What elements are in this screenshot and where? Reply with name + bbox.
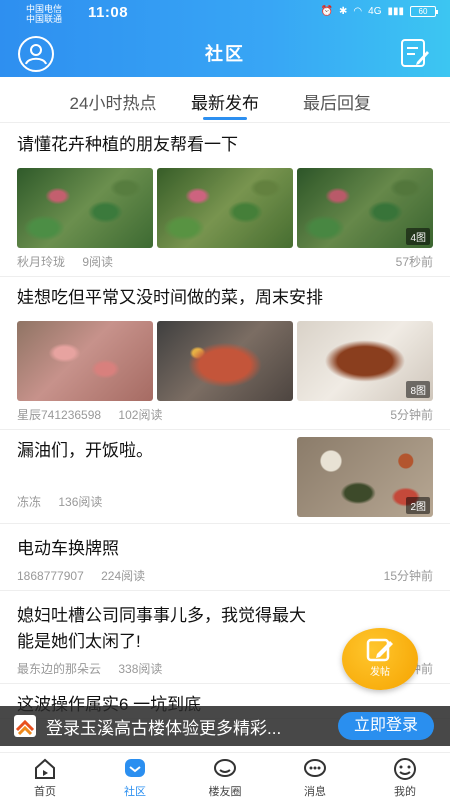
post-meta: 秋月玲珑 9阅读 57秒前	[17, 248, 433, 276]
signal-icon: ▮▮▮	[387, 6, 404, 17]
status-icons: ⏰ ✱ ◠ 4G ▮▮▮ 60	[320, 6, 438, 17]
nav-friends-circle[interactable]: 楼友圈	[180, 753, 270, 800]
image-count-badge: 4图	[406, 228, 430, 245]
compose-button[interactable]	[400, 37, 430, 69]
nav-label: 我的	[394, 786, 416, 798]
chat-bubble-icon	[214, 759, 236, 777]
carrier-2: 中国联通	[26, 14, 63, 24]
carrier-labels: 中国电信 中国联通	[26, 4, 62, 24]
nav-home[interactable]: 首页	[0, 753, 90, 800]
status-bar: 中国电信 中国联通 11:08 ⏰ ✱ ◠ 4G ▮▮▮ 60	[0, 0, 450, 28]
post-image[interactable]	[17, 321, 153, 401]
smile-icon	[394, 758, 416, 780]
post-image[interactable]	[157, 321, 293, 401]
community-icon	[125, 759, 145, 777]
nav-profile[interactable]: 我的	[360, 753, 450, 800]
app-logo-icon	[14, 715, 36, 737]
post-title[interactable]: 请懂花卉种植的朋友帮看一下	[17, 124, 433, 158]
post-reads: 9阅读	[82, 255, 114, 269]
post-reads: 338阅读	[118, 662, 163, 676]
post-time: 5分钟前	[390, 408, 433, 422]
wifi-icon: ◠	[353, 6, 363, 17]
bottom-nav: 首页 社区 楼友圈 消息 我的	[0, 752, 450, 800]
post-reads: 224阅读	[101, 569, 146, 583]
nav-label: 首页	[34, 786, 56, 798]
login-button[interactable]: 立即登录	[338, 712, 434, 740]
post-images: 8图	[17, 321, 433, 401]
signal-label: 4G	[368, 6, 382, 17]
post-item[interactable]: 请懂花卉种植的朋友帮看一下 4图 秋月玲珑 9阅读 57秒前	[0, 124, 450, 277]
alarm-icon: ⏰	[320, 6, 334, 17]
carrier-1: 中国电信	[26, 4, 63, 14]
post-image[interactable]: 2图	[297, 437, 433, 517]
edit-note-icon	[401, 39, 429, 67]
post-image[interactable]: 4图	[297, 168, 433, 248]
login-prompt-text: 登录玉溪高古楼体验更多精彩...	[46, 718, 282, 738]
pencil-note-icon	[366, 638, 393, 662]
page-title: 社区	[205, 44, 245, 64]
post-author[interactable]: 最东边的那朵云	[17, 662, 101, 676]
nav-label: 社区	[124, 786, 146, 798]
post-image[interactable]	[157, 168, 293, 248]
feed-tabs: 24小时热点 最新发布 最后回复	[0, 77, 450, 123]
post-title-line-1: 媳妇吐槽公司同事事儿多，我觉得最大	[17, 606, 306, 625]
image-count-badge: 2图	[406, 497, 430, 514]
message-icon	[304, 759, 326, 777]
fab-label: 发帖	[370, 667, 390, 678]
tab-latest[interactable]: 最新发布	[169, 77, 281, 122]
post-time: 15分钟前	[383, 569, 433, 583]
status-time: 11:08	[88, 4, 129, 21]
battery-icon: 60	[410, 6, 438, 17]
bluetooth-icon: ✱	[339, 6, 348, 17]
post-author[interactable]: 冻冻	[17, 495, 41, 509]
post-item[interactable]: 漏油们，开饭啦。 2图 冻冻 136阅读	[0, 430, 450, 524]
post-image[interactable]	[17, 168, 153, 248]
post-meta: 冻冻 136阅读	[17, 488, 267, 516]
image-count-badge: 8图	[406, 381, 430, 398]
post-reads: 102阅读	[118, 408, 163, 422]
post-author[interactable]: 秋月玲珑	[17, 255, 65, 269]
post-item[interactable]: 电动车换牌照 1868777907 224阅读 15分钟前	[0, 524, 450, 591]
nav-label: 楼友圈	[208, 786, 242, 798]
post-reads: 136阅读	[58, 495, 103, 509]
post-meta: 星辰741236598 102阅读 5分钟前	[17, 401, 433, 429]
tab-24h-hot[interactable]: 24小时热点	[57, 77, 169, 122]
tab-last-reply[interactable]: 最后回复	[281, 77, 393, 122]
post-images: 4图	[17, 168, 433, 248]
post-title[interactable]: 电动车换牌照	[17, 524, 433, 562]
app-header: 中国电信 中国联通 11:08 ⏰ ✱ ◠ 4G ▮▮▮ 60 社区	[0, 0, 450, 77]
nav-community[interactable]: 社区	[90, 753, 180, 800]
nav-messages[interactable]: 消息	[270, 753, 360, 800]
post-meta: 1868777907 224阅读 15分钟前	[17, 562, 433, 590]
home-icon	[35, 758, 55, 779]
post-title[interactable]: 娃想吃但平常又没时间做的菜，周末安排	[17, 277, 433, 311]
new-post-fab[interactable]: 发帖	[342, 628, 418, 690]
post-image[interactable]: 8图	[297, 321, 433, 401]
login-banner: 登录玉溪高古楼体验更多精彩... 立即登录	[0, 706, 450, 746]
post-item[interactable]: 娃想吃但平常又没时间做的菜，周末安排 8图 星辰741236598 102阅读 …	[0, 277, 450, 430]
post-author[interactable]: 1868777907	[17, 569, 84, 583]
nav-label: 消息	[304, 786, 326, 798]
post-author[interactable]: 星辰741236598	[17, 408, 101, 422]
post-time: 57秒前	[395, 255, 433, 269]
